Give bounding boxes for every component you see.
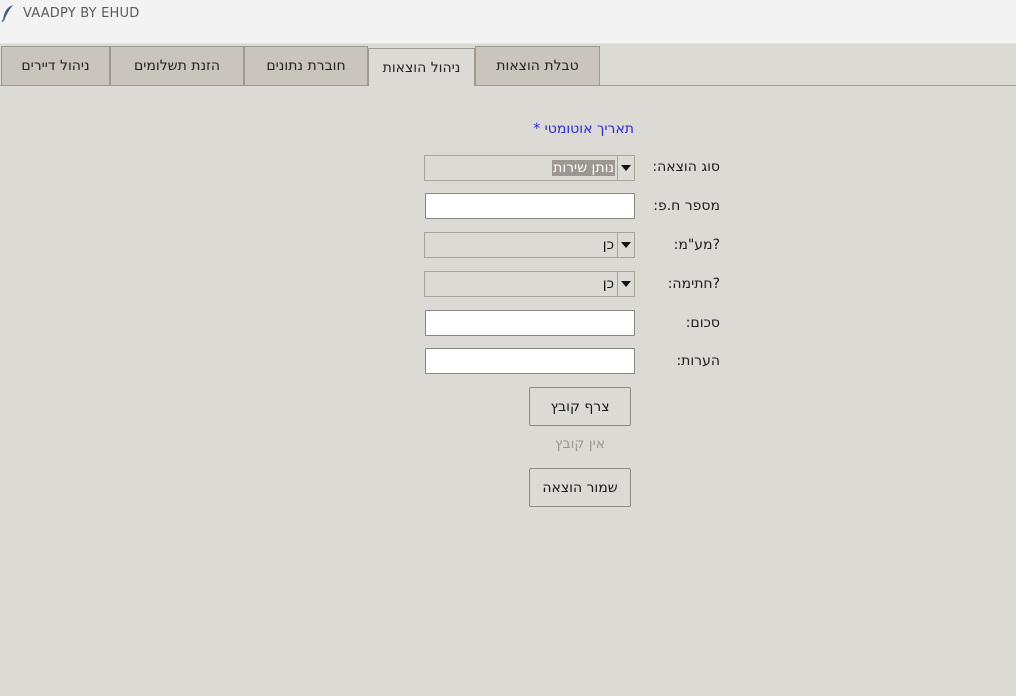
signature-label: ?חתימה: xyxy=(667,276,720,292)
tab-residents[interactable]: ניהול דיירים xyxy=(1,46,110,85)
expense-type-select[interactable]: נותן שירות xyxy=(424,155,635,181)
receipt-number-input[interactable] xyxy=(425,193,635,219)
signature-select[interactable]: כן xyxy=(424,271,635,297)
vat-label: ?מע"מ: xyxy=(673,237,720,253)
attach-file-button[interactable]: צרף קובץ xyxy=(529,387,631,426)
amount-label: סכום: xyxy=(685,315,720,331)
auto-date-note: תאריך אוטומטי * xyxy=(533,121,634,137)
expense-type-value: נותן שירות xyxy=(552,160,615,176)
window-title: VAADPY BY EHUD xyxy=(23,6,140,21)
save-expense-button[interactable]: שמור הוצאה xyxy=(529,468,631,507)
notes-input[interactable] xyxy=(425,348,635,374)
tab-expense-table[interactable]: טבלת הוצאות xyxy=(475,46,600,85)
no-file-text: אין קובץ xyxy=(554,436,606,452)
notes-label: הערות: xyxy=(676,353,720,369)
tab-expense-management[interactable]: ניהול הוצאות xyxy=(368,48,475,86)
tab-payments[interactable]: הזנת תשלומים xyxy=(110,46,244,85)
chevron-down-icon[interactable] xyxy=(617,233,634,257)
vat-value: כן xyxy=(602,237,614,253)
vat-select[interactable]: כן xyxy=(424,232,635,258)
receipt-number-label: מספר ח.פ: xyxy=(653,198,720,214)
amount-input[interactable] xyxy=(425,310,635,336)
chevron-down-icon[interactable] xyxy=(617,156,634,180)
tab-data-booklet[interactable]: חוברת נתונים xyxy=(244,46,368,85)
title-bar: VAADPY BY EHUD xyxy=(0,0,1016,44)
feather-icon xyxy=(1,5,13,22)
signature-value: כן xyxy=(602,276,614,292)
chevron-down-icon[interactable] xyxy=(617,272,634,296)
expense-type-label: סוג הוצאה: xyxy=(652,159,720,175)
